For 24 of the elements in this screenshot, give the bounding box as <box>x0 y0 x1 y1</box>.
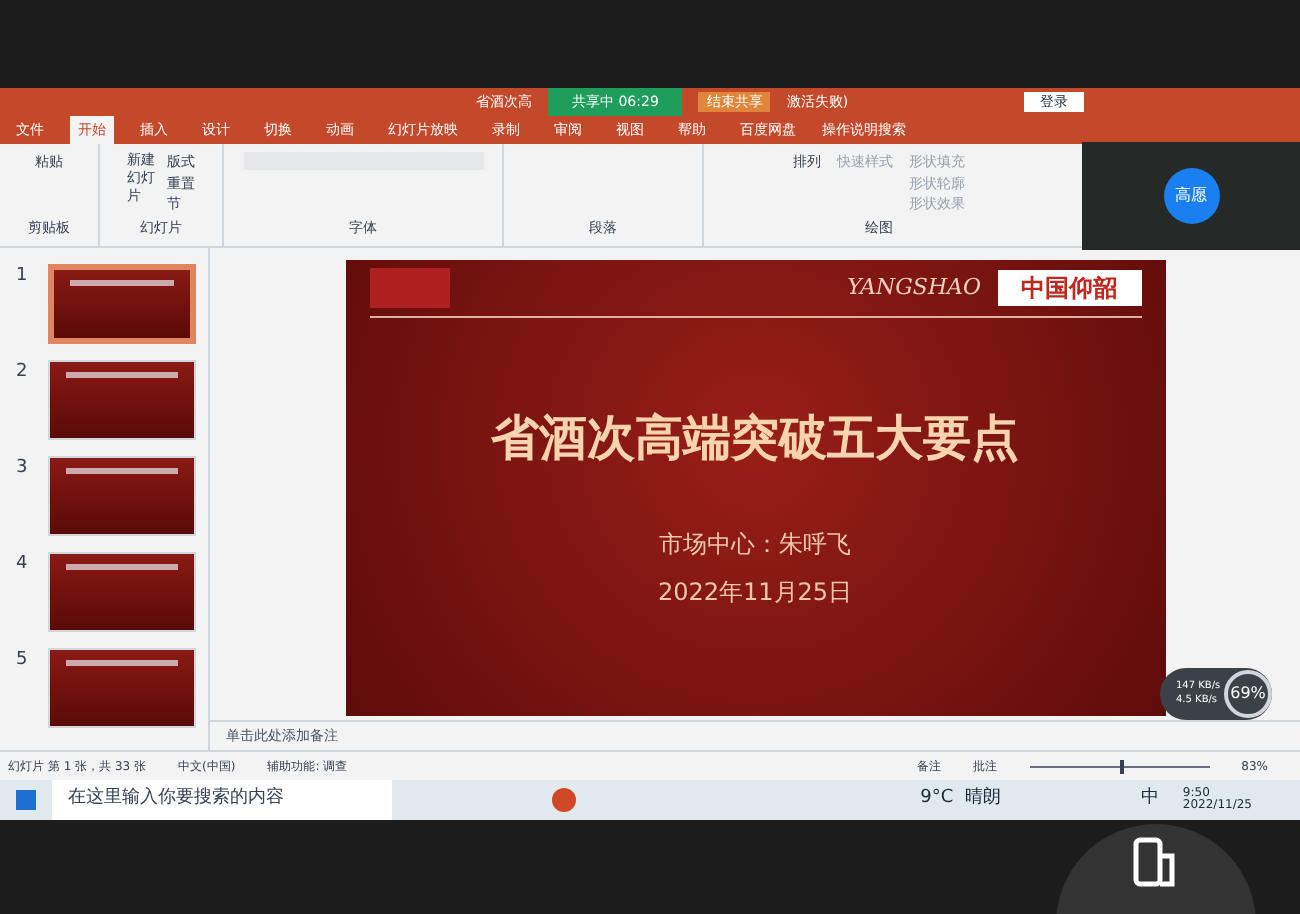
brand-text: YANGSHAO <box>847 271 981 304</box>
slide-thumbnail[interactable] <box>48 648 196 728</box>
presenter-text: 市场中心：朱呼飞 <box>657 528 853 562</box>
phone-icon <box>1132 836 1180 892</box>
percent-dial: 69% <box>1224 670 1272 718</box>
taskbar-search-field[interactable]: 在这里输入你要搜索的内容 <box>52 780 392 820</box>
slide-thumbnail[interactable] <box>48 552 196 632</box>
start-icon[interactable] <box>16 790 36 810</box>
slide-number: 5 <box>16 648 30 674</box>
brand-label: 中国仰韶 <box>997 270 1141 306</box>
participant-avatar[interactable]: 高愿 <box>1163 168 1219 224</box>
ime-indicator: 中 <box>1140 786 1159 813</box>
app-icon[interactable] <box>552 788 576 812</box>
weather-text: 9°C 晴朗 <box>920 786 1001 813</box>
slide-thumbnail[interactable] <box>48 264 196 344</box>
slide-title: 省酒次高端突破五大要点 <box>489 408 1021 470</box>
slide-number: 3 <box>16 456 30 482</box>
slide-number: 1 <box>16 264 30 290</box>
slide-number: 2 <box>16 360 30 386</box>
slide-thumbnail[interactable] <box>48 456 196 536</box>
zoom-thumb[interactable] <box>1119 759 1124 773</box>
slide-number: 4 <box>16 552 30 578</box>
slide-thumbnail[interactable] <box>48 360 196 440</box>
date-text: 2022年11月25日 <box>655 576 855 610</box>
